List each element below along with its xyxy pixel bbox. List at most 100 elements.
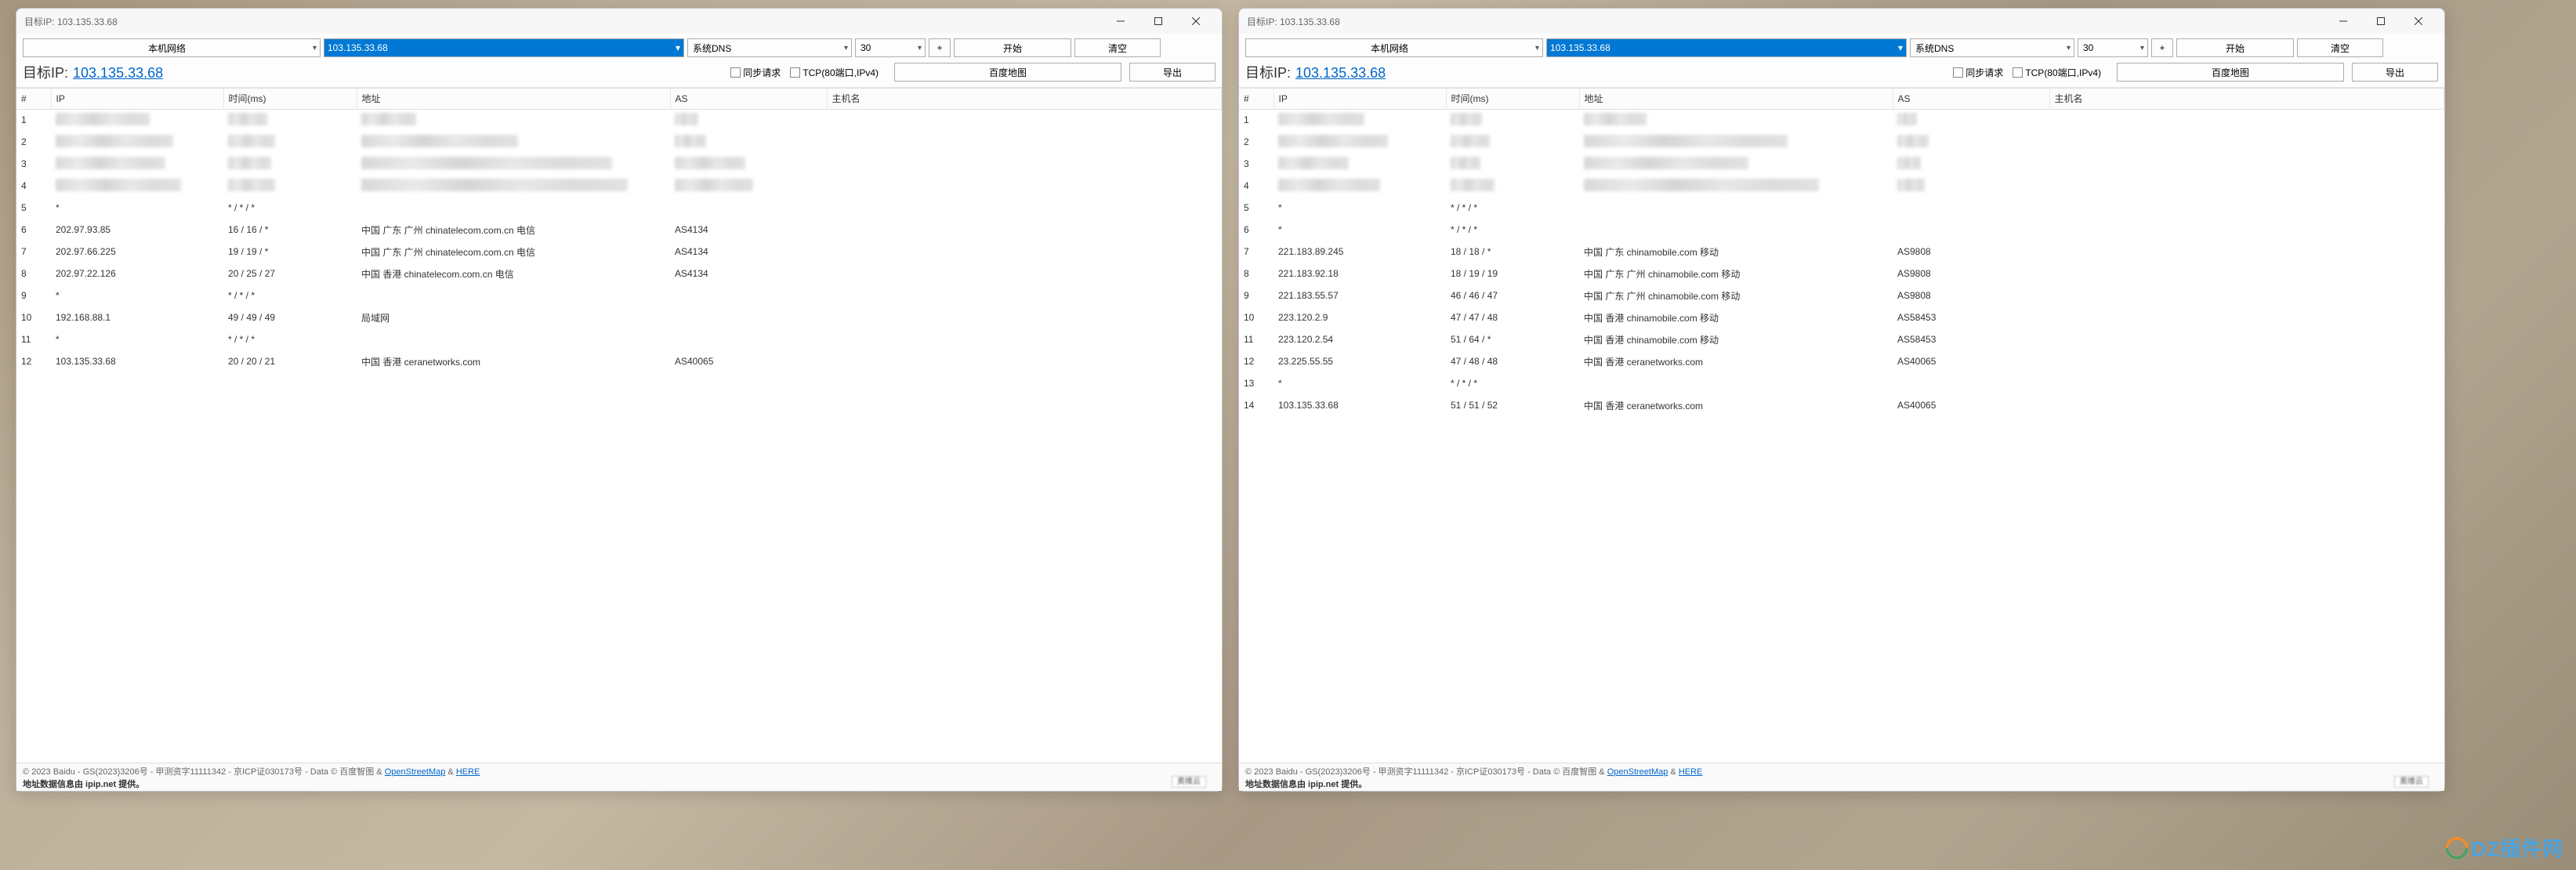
target-ip-input[interactable]: 103.135.33.68▾ bbox=[1546, 38, 1907, 57]
table-row[interactable]: 10223.120.2.947 / 47 / 48中国 香港 chinamobi… bbox=[1239, 306, 2444, 328]
table-row[interactable]: 11223.120.2.5451 / 64 / *中国 香港 chinamobi… bbox=[1239, 328, 2444, 350]
close-button[interactable] bbox=[1178, 10, 1214, 32]
table-row[interactable]: 6202.97.93.8516 / 16 / *中国 广东 广州 chinate… bbox=[16, 219, 1222, 241]
target-ip-input[interactable]: 103.135.33.68▾ bbox=[324, 38, 684, 57]
table-row[interactable]: 7202.97.66.22519 / 19 / *中国 广东 广州 chinat… bbox=[16, 241, 1222, 263]
sync-request-checkbox[interactable]: 同步请求 bbox=[730, 66, 781, 79]
titlebar[interactable]: 目标IP: 103.135.33.68 bbox=[16, 9, 1222, 34]
cell-time: 46 / 46 / 47 bbox=[1446, 285, 1579, 306]
table-row[interactable]: 3 bbox=[1239, 153, 2444, 175]
maximize-button[interactable] bbox=[1140, 10, 1176, 32]
count-select[interactable]: 30 bbox=[855, 38, 926, 57]
table-row[interactable]: 8221.183.92.1818 / 19 / 19中国 广东 广州 china… bbox=[1239, 263, 2444, 285]
maximize-button[interactable] bbox=[2363, 10, 2399, 32]
cell-ip bbox=[51, 109, 223, 131]
start-button[interactable]: 开始 bbox=[2176, 38, 2294, 57]
col-index[interactable]: # bbox=[16, 89, 51, 109]
col-time[interactable]: 时间(ms) bbox=[223, 89, 357, 109]
tcp-checkbox[interactable]: TCP(80端口,IPv4) bbox=[790, 66, 879, 79]
close-button[interactable] bbox=[2400, 10, 2437, 32]
start-button[interactable]: 开始 bbox=[954, 38, 1071, 57]
table-row[interactable]: 9221.183.55.5746 / 46 / 47中国 广东 广州 china… bbox=[1239, 285, 2444, 306]
cell-as: AS9808 bbox=[1893, 263, 2049, 285]
cell-as: AS40065 bbox=[1893, 350, 2049, 372]
table-row[interactable]: 1223.225.55.5547 / 48 / 48中国 香港 ceranetw… bbox=[1239, 350, 2444, 372]
cell-ip: 103.135.33.68 bbox=[51, 350, 223, 372]
table-row[interactable]: 9** / * / * bbox=[16, 285, 1222, 306]
table-row[interactable]: 13** / * / * bbox=[1239, 372, 2444, 394]
trace-results-grid[interactable]: # IP 时间(ms) 地址 AS 主机名 12345** / * / *6**… bbox=[1239, 88, 2444, 763]
table-row[interactable]: 5** / * / * bbox=[16, 197, 1222, 219]
cell-ip: 223.120.2.9 bbox=[1274, 306, 1446, 328]
table-row[interactable]: 11** / * / * bbox=[16, 328, 1222, 350]
dns-select[interactable]: 系统DNS bbox=[687, 38, 852, 57]
baidu-map-button[interactable]: 百度地图 bbox=[2117, 63, 2344, 82]
col-address[interactable]: 地址 bbox=[357, 89, 670, 109]
tcp-checkbox[interactable]: TCP(80端口,IPv4) bbox=[2013, 66, 2101, 79]
osm-link[interactable]: OpenStreetMap bbox=[385, 767, 446, 777]
cell-address bbox=[357, 175, 670, 197]
cell-index: 2 bbox=[1239, 131, 1274, 153]
minimize-button[interactable] bbox=[1103, 10, 1139, 32]
dns-select[interactable]: 系统DNS bbox=[1910, 38, 2074, 57]
minimize-button[interactable] bbox=[2325, 10, 2361, 32]
add-button[interactable]: + bbox=[929, 38, 951, 57]
col-address[interactable]: 地址 bbox=[1579, 89, 1893, 109]
network-select[interactable]: 本机网络 bbox=[23, 38, 321, 57]
target-ip-link[interactable]: 103.135.33.68 bbox=[73, 65, 163, 82]
add-button[interactable]: + bbox=[2151, 38, 2173, 57]
table-row[interactable]: 6** / * / * bbox=[1239, 219, 2444, 241]
table-row[interactable]: 1 bbox=[16, 109, 1222, 131]
cell-ip bbox=[1274, 131, 1446, 153]
export-button[interactable]: 导出 bbox=[1129, 63, 1216, 82]
table-row[interactable]: 5** / * / * bbox=[1239, 197, 2444, 219]
sync-label: 同步请求 bbox=[1966, 66, 2003, 79]
target-ip-link[interactable]: 103.135.33.68 bbox=[1295, 65, 1386, 82]
count-select[interactable]: 30 bbox=[2078, 38, 2148, 57]
cell-as bbox=[1893, 109, 2049, 131]
table-row[interactable]: 1 bbox=[1239, 109, 2444, 131]
map-badge: 奥维云 bbox=[1172, 774, 1206, 786]
cell-time: 51 / 64 / * bbox=[1446, 328, 1579, 350]
here-link[interactable]: HERE bbox=[1679, 767, 1703, 777]
checkbox-icon bbox=[790, 67, 800, 78]
table-row[interactable]: 3 bbox=[16, 153, 1222, 175]
clear-button[interactable]: 清空 bbox=[1074, 38, 1161, 57]
cell-time: * / * / * bbox=[223, 328, 357, 350]
clear-button[interactable]: 清空 bbox=[2297, 38, 2383, 57]
sync-request-checkbox[interactable]: 同步请求 bbox=[1953, 66, 2003, 79]
cell-ip: 221.183.92.18 bbox=[1274, 263, 1446, 285]
col-as[interactable]: AS bbox=[670, 89, 827, 109]
here-link[interactable]: HERE bbox=[456, 767, 480, 777]
table-row[interactable]: 8202.97.22.12620 / 25 / 27中国 香港 chinatel… bbox=[16, 263, 1222, 285]
titlebar[interactable]: 目标IP: 103.135.33.68 bbox=[1239, 9, 2444, 34]
cell-ip: 23.225.55.55 bbox=[1274, 350, 1446, 372]
col-as[interactable]: AS bbox=[1893, 89, 2049, 109]
trace-results-grid[interactable]: # IP 时间(ms) 地址 AS 主机名 12345** / * / *620… bbox=[16, 88, 1222, 763]
target-ip-display: 目标IP: 103.135.33.68 bbox=[1245, 62, 1386, 82]
table-row[interactable]: 7221.183.89.24518 / 18 / *中国 广东 chinamob… bbox=[1239, 241, 2444, 263]
baidu-map-button[interactable]: 百度地图 bbox=[894, 63, 1121, 82]
cell-as bbox=[670, 197, 827, 219]
table-row[interactable]: 2 bbox=[1239, 131, 2444, 153]
col-hostname[interactable]: 主机名 bbox=[2049, 89, 2444, 109]
network-select[interactable]: 本机网络 bbox=[1245, 38, 1543, 57]
table-row[interactable]: 12103.135.33.6820 / 20 / 21中国 香港 ceranet… bbox=[16, 350, 1222, 372]
col-ip[interactable]: IP bbox=[51, 89, 223, 109]
table-row[interactable]: 2 bbox=[16, 131, 1222, 153]
col-time[interactable]: 时间(ms) bbox=[1446, 89, 1579, 109]
table-row[interactable]: 4 bbox=[16, 175, 1222, 197]
table-row[interactable]: 4 bbox=[1239, 175, 2444, 197]
cell-hostname bbox=[827, 131, 1222, 153]
options-group: 同步请求 TCP(80端口,IPv4) bbox=[1953, 66, 2101, 79]
cell-ip bbox=[51, 175, 223, 197]
cell-as bbox=[1893, 197, 2049, 219]
table-row[interactable]: 10192.168.88.149 / 49 / 49局域网 bbox=[16, 306, 1222, 328]
table-row[interactable]: 14103.135.33.6851 / 51 / 52中国 香港 ceranet… bbox=[1239, 394, 2444, 416]
cell-address bbox=[1579, 153, 1893, 175]
col-hostname[interactable]: 主机名 bbox=[827, 89, 1222, 109]
osm-link[interactable]: OpenStreetMap bbox=[1607, 767, 1668, 777]
col-index[interactable]: # bbox=[1239, 89, 1274, 109]
col-ip[interactable]: IP bbox=[1274, 89, 1446, 109]
export-button[interactable]: 导出 bbox=[2352, 63, 2438, 82]
